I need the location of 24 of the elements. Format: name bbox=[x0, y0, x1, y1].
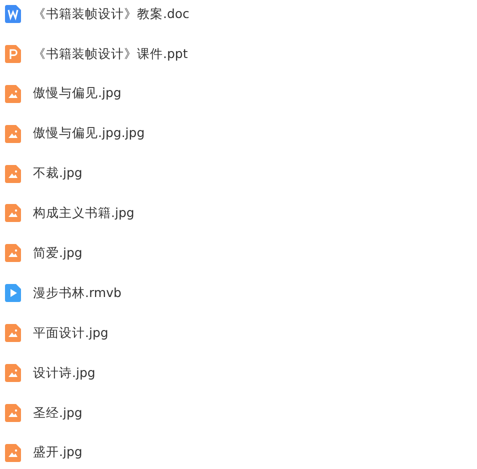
image-file-icon bbox=[5, 84, 21, 103]
image-file-icon bbox=[5, 324, 21, 342]
image-file-icon bbox=[5, 204, 21, 222]
file-name[interactable]: 不裁.jpg bbox=[33, 164, 82, 183]
word-document-icon bbox=[5, 5, 21, 23]
image-file-icon bbox=[5, 364, 21, 382]
presentation-file-icon bbox=[5, 44, 21, 63]
image-file-icon bbox=[5, 404, 21, 422]
file-name[interactable]: 构成主义书籍.jpg bbox=[33, 204, 134, 223]
file-name[interactable]: 《书籍装帧设计》课件.ppt bbox=[33, 44, 188, 64]
file-name[interactable]: 傲慢与偏见.jpg bbox=[33, 84, 122, 104]
video-file-icon bbox=[5, 284, 21, 302]
file-name[interactable]: 圣经.jpg bbox=[33, 404, 82, 422]
image-file-icon bbox=[5, 124, 21, 143]
image-file-icon bbox=[5, 244, 21, 262]
image-file-icon bbox=[5, 444, 21, 462]
file-name[interactable]: 平面设计.jpg bbox=[33, 324, 108, 342]
file-name[interactable]: 简爱.jpg bbox=[33, 244, 82, 263]
file-name[interactable]: 盛开.jpg bbox=[33, 443, 82, 462]
file-name[interactable]: 漫步书林.rmvb bbox=[33, 284, 122, 303]
image-file-icon bbox=[5, 164, 21, 183]
file-name[interactable]: 傲慢与偏见.jpg.jpg bbox=[33, 124, 145, 144]
file-name[interactable]: 设计诗.jpg bbox=[33, 364, 96, 382]
file-name[interactable]: 《书籍装帧设计》教案.doc bbox=[33, 4, 190, 24]
